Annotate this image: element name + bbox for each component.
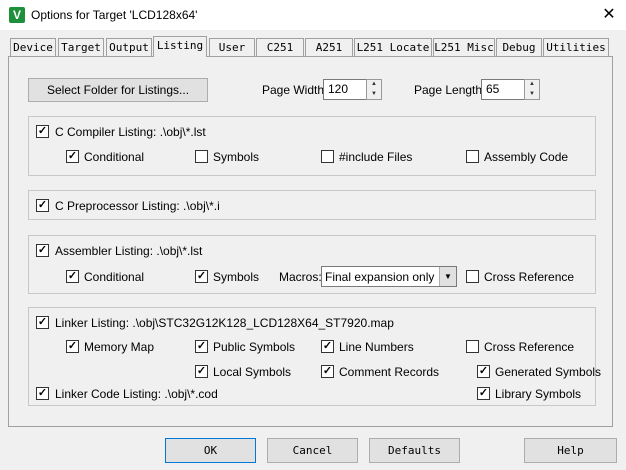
assembly-code-label: Assembly Code — [484, 150, 569, 164]
page-width-spinner[interactable]: ▲ ▼ — [366, 79, 382, 100]
memory-map-checkbox[interactable]: ✓ — [66, 340, 79, 353]
macros-label: Macros: — [279, 270, 322, 284]
line-numbers-label: Line Numbers — [339, 340, 414, 354]
line-numbers-checkbox[interactable]: ✓ — [321, 340, 334, 353]
page-length-input[interactable]: 65 — [481, 79, 525, 100]
c-conditional-label: Conditional — [84, 150, 145, 164]
tab-l251-misc[interactable]: L251 Misc — [433, 38, 495, 56]
tab-utilities[interactable]: Utilities — [543, 38, 609, 56]
public-symbols-checkbox[interactable]: ✓ — [195, 340, 208, 353]
help-button[interactable]: Help — [524, 438, 617, 463]
linker-code-listing-label: Linker Code Listing: .\obj\*.cod — [55, 387, 218, 401]
tab-output[interactable]: Output — [106, 38, 152, 56]
page-width-label: Page Width: — [262, 83, 328, 97]
asm-cross-reference-checkbox[interactable] — [466, 270, 479, 283]
c-symbols-checkbox[interactable] — [195, 150, 208, 163]
c-symbols-label: Symbols — [213, 150, 260, 164]
linker-listing-checkbox[interactable]: ✓ — [36, 316, 49, 329]
tab-target[interactable]: Target — [58, 38, 104, 56]
local-symbols-checkbox[interactable]: ✓ — [195, 365, 208, 378]
comment-records-checkbox[interactable]: ✓ — [321, 365, 334, 378]
defaults-button[interactable]: Defaults — [369, 438, 460, 463]
comment-records-label: Comment Records — [339, 365, 440, 379]
macros-select[interactable]: Final expansion only ▼ — [321, 266, 457, 287]
page-length-label: Page Length: — [414, 83, 486, 97]
generated-symbols-label: Generated Symbols — [495, 365, 602, 379]
asm-cross-reference-label: Cross Reference — [484, 270, 575, 284]
tab-c251[interactable]: C251 — [256, 38, 304, 56]
app-icon: V — [9, 7, 25, 23]
generated-symbols-checkbox[interactable]: ✓ — [477, 365, 490, 378]
linker-code-listing-checkbox[interactable]: ✓ — [36, 387, 49, 400]
assembly-code-checkbox[interactable] — [466, 150, 479, 163]
include-files-checkbox[interactable] — [321, 150, 334, 163]
public-symbols-label: Public Symbols — [213, 340, 296, 354]
tab-l251-locate[interactable]: L251 Locate — [354, 38, 432, 56]
local-symbols-label: Local Symbols — [213, 365, 292, 379]
c-preprocessor-label: C Preprocessor Listing: .\obj\*.i — [55, 199, 220, 213]
assembler-listing-label: Assembler Listing: .\obj\*.lst — [55, 244, 203, 258]
ok-button[interactable]: OK — [165, 438, 256, 463]
asm-conditional-label: Conditional — [84, 270, 145, 284]
cancel-button[interactable]: Cancel — [267, 438, 358, 463]
tab-device[interactable]: Device — [10, 38, 56, 56]
include-files-label: #include Files — [339, 150, 413, 164]
c-conditional-checkbox[interactable]: ✓ — [66, 150, 79, 163]
linker-cross-reference-checkbox[interactable] — [466, 340, 479, 353]
chevron-down-icon[interactable]: ▼ — [439, 267, 456, 286]
select-folder-button[interactable]: Select Folder for Listings... — [28, 78, 208, 102]
window-title: Options for Target 'LCD128x64' — [31, 8, 198, 22]
macros-select-value: Final expansion only — [325, 270, 435, 284]
assembler-listing-checkbox[interactable]: ✓ — [36, 244, 49, 257]
linker-listing-label: Linker Listing: .\obj\STC32G12K128_LCD12… — [55, 316, 394, 330]
library-symbols-checkbox[interactable]: ✓ — [477, 387, 490, 400]
page-length-spinner[interactable]: ▲ ▼ — [524, 79, 540, 100]
c-compiler-listing-label: C Compiler Listing: .\obj\*.lst — [55, 125, 206, 139]
memory-map-label: Memory Map — [84, 340, 155, 354]
tab-user[interactable]: User — [209, 38, 255, 56]
asm-symbols-label: Symbols — [213, 270, 260, 284]
c-compiler-listing-checkbox[interactable]: ✓ — [36, 125, 49, 138]
c-preprocessor-checkbox[interactable]: ✓ — [36, 199, 49, 212]
tab-listing[interactable]: Listing — [153, 36, 207, 57]
library-symbols-label: Library Symbols — [495, 387, 582, 401]
page-width-input[interactable]: 120 — [323, 79, 367, 100]
tab-a251[interactable]: A251 — [305, 38, 353, 56]
tab-debug[interactable]: Debug — [496, 38, 542, 56]
asm-symbols-checkbox[interactable]: ✓ — [195, 270, 208, 283]
close-icon[interactable]: ✕ — [596, 2, 622, 28]
asm-conditional-checkbox[interactable]: ✓ — [66, 270, 79, 283]
linker-cross-reference-label: Cross Reference — [484, 340, 575, 354]
